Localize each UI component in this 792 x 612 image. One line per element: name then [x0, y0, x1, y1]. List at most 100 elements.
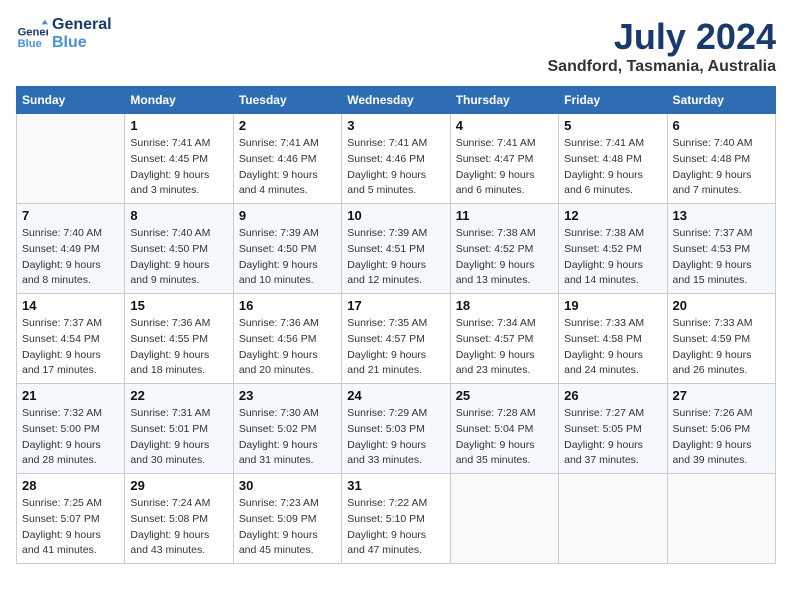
calendar-cell: 23 Sunrise: 7:30 AM Sunset: 5:02 PM Dayli… [233, 384, 341, 474]
day-info: Sunrise: 7:41 AM Sunset: 4:46 PM Dayligh… [347, 136, 444, 199]
calendar-week-2: 7 Sunrise: 7:40 AM Sunset: 4:49 PM Daylig… [17, 204, 776, 294]
day-number: 16 [239, 298, 336, 313]
col-header-friday: Friday [559, 87, 667, 114]
calendar-header-row: SundayMondayTuesdayWednesdayThursdayFrid… [17, 87, 776, 114]
day-number: 29 [130, 478, 227, 493]
day-info: Sunrise: 7:23 AM Sunset: 5:09 PM Dayligh… [239, 496, 336, 559]
calendar-cell: 17 Sunrise: 7:35 AM Sunset: 4:57 PM Dayli… [342, 294, 450, 384]
calendar-cell: 21 Sunrise: 7:32 AM Sunset: 5:00 PM Dayli… [17, 384, 125, 474]
day-number: 31 [347, 478, 444, 493]
day-info: Sunrise: 7:32 AM Sunset: 5:00 PM Dayligh… [22, 406, 119, 469]
day-number: 17 [347, 298, 444, 313]
calendar-week-3: 14Sunrise: 7:37 AM Sunset: 4:54 PM Dayli… [17, 294, 776, 384]
day-info: Sunrise: 7:30 AM Sunset: 5:02 PM Dayligh… [239, 406, 336, 469]
calendar-cell: 8Sunrise: 7:40 AM Sunset: 4:50 PM Daylig… [125, 204, 233, 294]
calendar-cell: 20Sunrise: 7:33 AM Sunset: 4:59 PM Dayli… [667, 294, 775, 384]
day-number: 21 [22, 388, 119, 403]
calendar-cell: 28 Sunrise: 7:25 AM Sunset: 5:07 PM Dayli… [17, 474, 125, 564]
day-number: 2 [239, 118, 336, 133]
day-number: 27 [673, 388, 770, 403]
day-info: Sunrise: 7:40 AM Sunset: 4:50 PM Dayligh… [130, 226, 227, 289]
day-info: Sunrise: 7:40 AM Sunset: 4:48 PM Dayligh… [673, 136, 770, 199]
day-info: Sunrise: 7:40 AM Sunset: 4:49 PM Dayligh… [22, 226, 119, 289]
calendar-cell: 4Sunrise: 7:41 AM Sunset: 4:47 PM Daylig… [450, 114, 558, 204]
day-number: 26 [564, 388, 661, 403]
day-info: Sunrise: 7:35 AM Sunset: 4:57 PM Dayligh… [347, 316, 444, 379]
day-info: Sunrise: 7:28 AM Sunset: 5:04 PM Dayligh… [456, 406, 553, 469]
calendar-cell [17, 114, 125, 204]
calendar-cell: 6Sunrise: 7:40 AM Sunset: 4:48 PM Daylig… [667, 114, 775, 204]
day-number: 25 [456, 388, 553, 403]
calendar-cell: 25 Sunrise: 7:28 AM Sunset: 5:04 PM Dayli… [450, 384, 558, 474]
svg-text:General: General [18, 26, 48, 38]
day-info: Sunrise: 7:26 AM Sunset: 5:06 PM Dayligh… [673, 406, 770, 469]
calendar-cell [559, 474, 667, 564]
col-header-monday: Monday [125, 87, 233, 114]
calendar-cell: 9Sunrise: 7:39 AM Sunset: 4:50 PM Daylig… [233, 204, 341, 294]
day-info: Sunrise: 7:34 AM Sunset: 4:57 PM Dayligh… [456, 316, 553, 379]
day-info: Sunrise: 7:29 AM Sunset: 5:03 PM Dayligh… [347, 406, 444, 469]
calendar-cell: 18 Sunrise: 7:34 AM Sunset: 4:57 PM Dayli… [450, 294, 558, 384]
day-number: 13 [673, 208, 770, 223]
day-info: Sunrise: 7:22 AM Sunset: 5:10 PM Dayligh… [347, 496, 444, 559]
day-info: Sunrise: 7:36 AM Sunset: 4:55 PM Dayligh… [130, 316, 227, 379]
day-number: 11 [456, 208, 553, 223]
svg-text:Blue: Blue [18, 37, 42, 49]
calendar-cell: 12 Sunrise: 7:38 AM Sunset: 4:52 PM Dayli… [559, 204, 667, 294]
day-info: Sunrise: 7:41 AM Sunset: 4:45 PM Dayligh… [130, 136, 227, 199]
day-number: 23 [239, 388, 336, 403]
calendar-week-5: 28 Sunrise: 7:25 AM Sunset: 5:07 PM Dayli… [17, 474, 776, 564]
calendar-cell: 11Sunrise: 7:38 AM Sunset: 4:52 PM Dayli… [450, 204, 558, 294]
col-header-wednesday: Wednesday [342, 87, 450, 114]
day-info: Sunrise: 7:36 AM Sunset: 4:56 PM Dayligh… [239, 316, 336, 379]
day-number: 5 [564, 118, 661, 133]
day-info: Sunrise: 7:37 AM Sunset: 4:54 PM Dayligh… [22, 316, 119, 379]
calendar-cell: 2 Sunrise: 7:41 AM Sunset: 4:46 PM Daylig… [233, 114, 341, 204]
day-info: Sunrise: 7:38 AM Sunset: 4:52 PM Dayligh… [564, 226, 661, 289]
day-number: 28 [22, 478, 119, 493]
col-header-tuesday: Tuesday [233, 87, 341, 114]
day-number: 1 [130, 118, 227, 133]
calendar-cell: 26 Sunrise: 7:27 AM Sunset: 5:05 PM Dayli… [559, 384, 667, 474]
day-info: Sunrise: 7:33 AM Sunset: 4:59 PM Dayligh… [673, 316, 770, 379]
calendar-week-4: 21 Sunrise: 7:32 AM Sunset: 5:00 PM Dayli… [17, 384, 776, 474]
calendar-cell: 5Sunrise: 7:41 AM Sunset: 4:48 PM Daylig… [559, 114, 667, 204]
col-header-saturday: Saturday [667, 87, 775, 114]
day-info: Sunrise: 7:37 AM Sunset: 4:53 PM Dayligh… [673, 226, 770, 289]
calendar-cell: 16 Sunrise: 7:36 AM Sunset: 4:56 PM Dayli… [233, 294, 341, 384]
day-number: 24 [347, 388, 444, 403]
logo-blue: Blue [52, 34, 112, 52]
calendar-cell: 14Sunrise: 7:37 AM Sunset: 4:54 PM Dayli… [17, 294, 125, 384]
calendar-cell: 22 Sunrise: 7:31 AM Sunset: 5:01 PM Dayli… [125, 384, 233, 474]
calendar-cell: 27 Sunrise: 7:26 AM Sunset: 5:06 PM Dayli… [667, 384, 775, 474]
calendar-cell: 7 Sunrise: 7:40 AM Sunset: 4:49 PM Daylig… [17, 204, 125, 294]
day-info: Sunrise: 7:27 AM Sunset: 5:05 PM Dayligh… [564, 406, 661, 469]
calendar-cell: 31 Sunrise: 7:22 AM Sunset: 5:10 PM Dayli… [342, 474, 450, 564]
day-number: 18 [456, 298, 553, 313]
page-header: General Blue General Blue July 2024 Sand… [16, 16, 776, 76]
calendar-week-1: 1 Sunrise: 7:41 AM Sunset: 4:45 PM Daylig… [17, 114, 776, 204]
logo-general: General [52, 16, 112, 34]
calendar-cell: 19Sunrise: 7:33 AM Sunset: 4:58 PM Dayli… [559, 294, 667, 384]
day-number: 15 [130, 298, 227, 313]
day-number: 7 [22, 208, 119, 223]
day-number: 12 [564, 208, 661, 223]
calendar-cell: 3Sunrise: 7:41 AM Sunset: 4:46 PM Daylig… [342, 114, 450, 204]
location-title: Sandford, Tasmania, Australia [548, 58, 777, 76]
day-info: Sunrise: 7:33 AM Sunset: 4:58 PM Dayligh… [564, 316, 661, 379]
calendar-cell: 29 Sunrise: 7:24 AM Sunset: 5:08 PM Dayli… [125, 474, 233, 564]
calendar-cell: 1 Sunrise: 7:41 AM Sunset: 4:45 PM Daylig… [125, 114, 233, 204]
calendar-cell [450, 474, 558, 564]
logo-icon: General Blue [16, 18, 48, 50]
col-header-thursday: Thursday [450, 87, 558, 114]
day-info: Sunrise: 7:24 AM Sunset: 5:08 PM Dayligh… [130, 496, 227, 559]
day-info: Sunrise: 7:39 AM Sunset: 4:50 PM Dayligh… [239, 226, 336, 289]
day-number: 22 [130, 388, 227, 403]
day-info: Sunrise: 7:39 AM Sunset: 4:51 PM Dayligh… [347, 226, 444, 289]
calendar-cell: 24 Sunrise: 7:29 AM Sunset: 5:03 PM Dayli… [342, 384, 450, 474]
calendar-cell: 30Sunrise: 7:23 AM Sunset: 5:09 PM Dayli… [233, 474, 341, 564]
day-info: Sunrise: 7:41 AM Sunset: 4:46 PM Dayligh… [239, 136, 336, 199]
calendar-cell: 15 Sunrise: 7:36 AM Sunset: 4:55 PM Dayli… [125, 294, 233, 384]
day-info: Sunrise: 7:25 AM Sunset: 5:07 PM Dayligh… [22, 496, 119, 559]
day-info: Sunrise: 7:31 AM Sunset: 5:01 PM Dayligh… [130, 406, 227, 469]
